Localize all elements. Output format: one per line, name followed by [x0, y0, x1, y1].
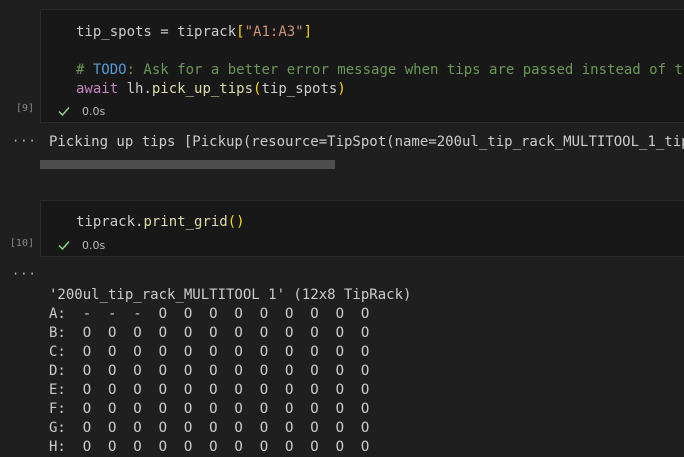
output-line-title: '200ul_tip_rack_MULTITOOL 1' (12x8 TipRa… [49, 287, 412, 303]
execution-count-10: [10] [9, 238, 34, 249]
output-line-row-a: A: - - - O O O O O O O O O [49, 306, 370, 322]
check-icon [58, 241, 70, 251]
output-line-row-d: D: O O O O O O O O O O O O [49, 363, 370, 379]
code-line-1: tip_spots = tiprack["A1:A3"] [76, 24, 313, 40]
output-line-row-f: F: O O O O O O O O O O O O [49, 401, 370, 417]
ellipsis-icon[interactable]: ··· [12, 267, 37, 281]
code-line-1: tiprack.print_grid() [76, 214, 245, 230]
cell-output-10: '200ul_tip_rack_MULTITOOL 1' (12x8 TipRa… [49, 267, 411, 457]
output-line-row-c: C: O O O O O O O O O O O O [49, 344, 370, 360]
code-cell-editor-9[interactable]: tip_spots = tiprack["A1:A3"] # TODO: Ask… [40, 9, 684, 123]
cell-status-9: 0.0s [57, 104, 105, 118]
check-icon [58, 107, 70, 117]
cell-output-9: Picking up tips [Pickup(resource=TipSpot… [49, 134, 684, 150]
code-line-4: await lh.pick_up_tips(tip_spots) [76, 81, 346, 97]
ellipsis-icon[interactable]: ··· [12, 134, 37, 148]
execution-count-9: [9] [15, 103, 34, 114]
cell-status-10: 0.0s [57, 238, 105, 252]
execution-time: 0.0s [82, 104, 106, 118]
output-line-row-e: E: O O O O O O O O O O O O [49, 382, 370, 398]
code-cell-editor-10[interactable]: tiprack.print_grid() [40, 200, 684, 257]
execution-time: 0.0s [82, 238, 106, 252]
output-line-row-g: G: O O O O O O O O O O O O [49, 420, 370, 436]
output-line-row-h: H: O O O O O O O O O O O O [49, 439, 370, 455]
output-line-row-b: B: O O O O O O O O O O O O [49, 325, 370, 341]
output-horizontal-scrollbar[interactable] [40, 160, 335, 169]
code-line-3: # TODO: Ask for a better error message w… [76, 62, 684, 78]
